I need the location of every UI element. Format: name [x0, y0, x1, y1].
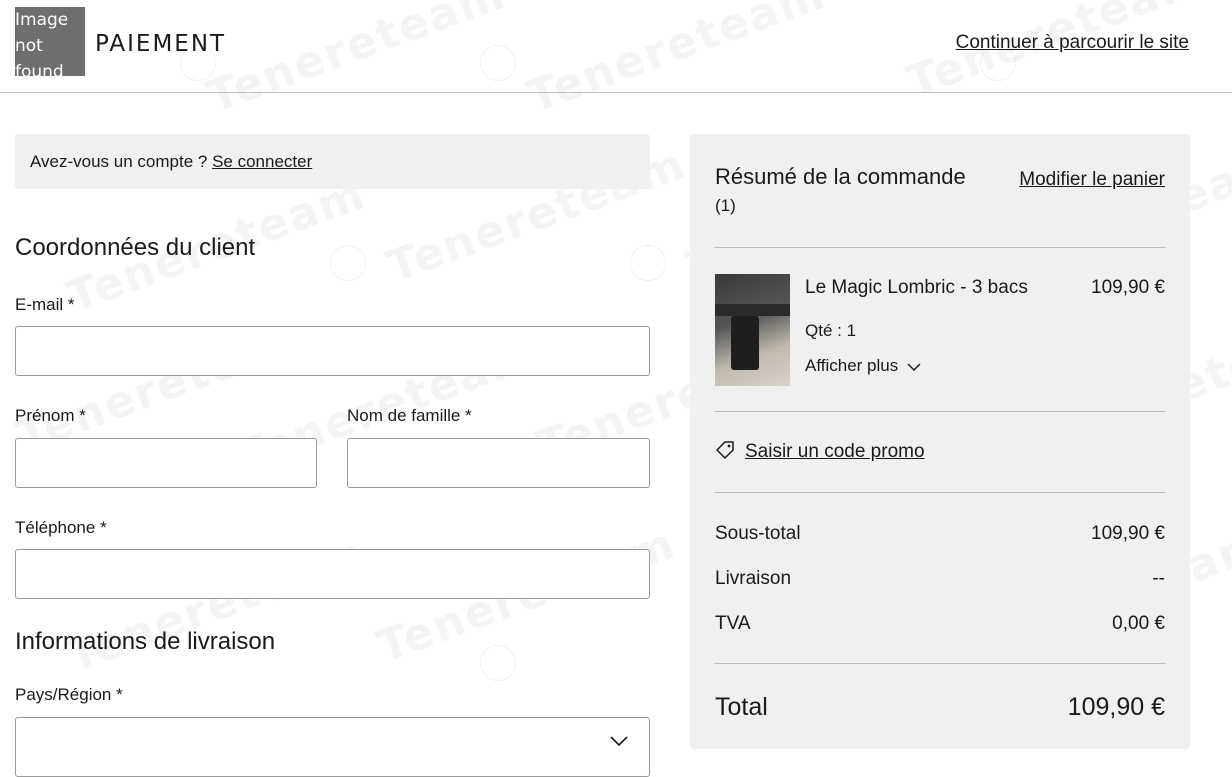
total-label: Total [715, 693, 768, 721]
divider [715, 492, 1165, 493]
divider [715, 663, 1165, 664]
divider [715, 247, 1165, 248]
delivery-value: -- [1152, 568, 1165, 589]
summary-title: Résumé de la commande [715, 164, 966, 189]
account-prompt-text: Avez-vous un compte ? Se connecter [30, 152, 312, 172]
lastname-field[interactable] [347, 438, 650, 488]
summary-item-count: (1) [715, 196, 736, 215]
product-name: Le Magic Lombric - 3 bacs [805, 277, 1028, 298]
country-label: Pays/Région * [15, 685, 123, 704]
chevron-down-icon [907, 362, 921, 371]
phone-field[interactable] [15, 549, 650, 599]
email-label: E-mail * [15, 295, 75, 314]
shipping-section-title: Informations de livraison [15, 628, 276, 655]
tag-icon [716, 441, 734, 459]
product-image-shape [731, 316, 759, 370]
subtotal-value: 109,90 € [1091, 523, 1165, 544]
edit-cart-link[interactable]: Modifier le panier [1019, 169, 1165, 191]
watermark-seal-icon [330, 245, 366, 281]
subtotal-label: Sous-total [715, 523, 801, 544]
product-price: 109,90 € [1091, 277, 1165, 298]
product-image [715, 274, 790, 386]
page-header: Image not found PAIEMENT Continuer à par… [0, 0, 1232, 93]
show-more-label: Afficher plus [805, 356, 899, 375]
account-question: Avez-vous un compte ? [30, 152, 213, 171]
logo-alt-line: Image [15, 10, 69, 30]
account-prompt: Avez-vous un compte ? Se connecter [15, 134, 650, 189]
firstname-label: Prénom * [15, 406, 86, 425]
order-summary: Résumé de la commande (1) Modifier le pa… [690, 134, 1190, 749]
watermark-seal-icon [630, 245, 666, 281]
logo-alt-line: found [15, 62, 64, 76]
product-quantity: Qté : 1 [805, 321, 857, 340]
promo-code-label: Saisir un code promo [745, 441, 925, 462]
delivery-label: Livraison [715, 568, 792, 589]
watermark-seal-icon [480, 645, 516, 681]
vat-value: 0,00 € [1112, 613, 1165, 634]
country-select[interactable] [15, 717, 650, 777]
product-image-shape [715, 304, 790, 316]
total-value: 109,90 € [1067, 693, 1165, 721]
email-field[interactable] [15, 326, 650, 376]
firstname-field[interactable] [15, 438, 317, 488]
page-title: PAIEMENT [95, 31, 227, 57]
lastname-label: Nom de famille * [347, 406, 472, 425]
logo-alt-line: not [15, 36, 43, 56]
customer-section-title: Coordonnées du client [15, 234, 256, 261]
phone-label: Téléphone * [15, 518, 107, 537]
promo-code-button[interactable]: Saisir un code promo [715, 440, 925, 463]
vat-label: TVA [715, 613, 751, 634]
divider [715, 411, 1165, 412]
chevron-down-icon [609, 734, 629, 752]
login-link[interactable]: Se connecter [212, 152, 312, 171]
continue-shopping-link[interactable]: Continuer à parcourir le site [956, 32, 1189, 54]
broken-logo-image: Image not found [15, 7, 85, 76]
show-more-button[interactable]: Afficher plus [805, 356, 922, 376]
